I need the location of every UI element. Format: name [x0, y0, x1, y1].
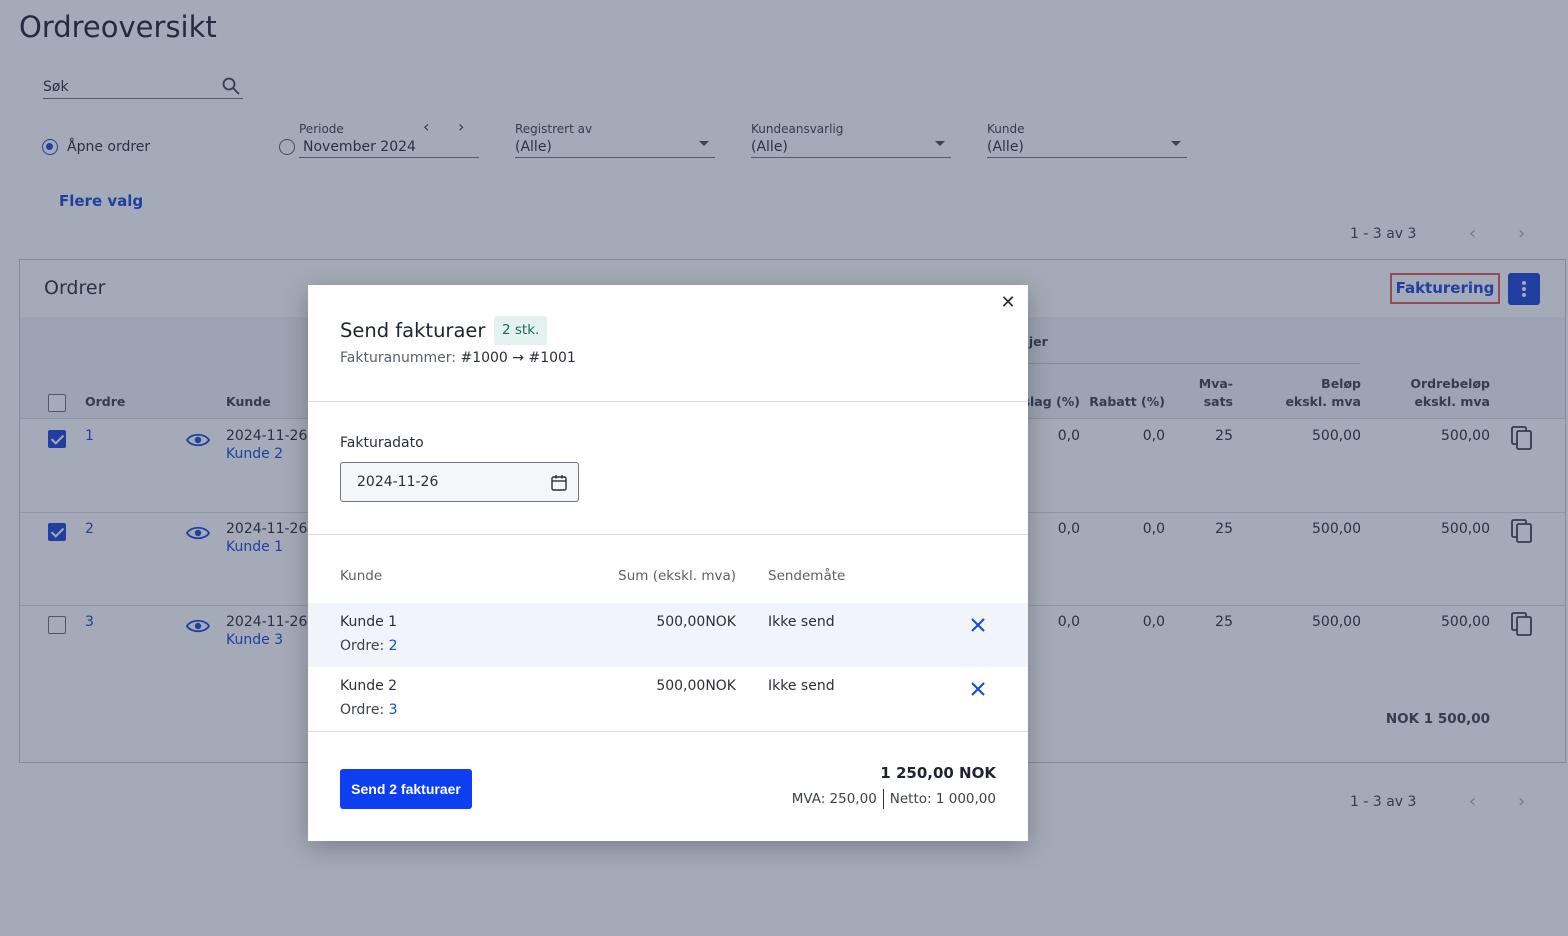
invoice-order-info: Ordre: 3: [340, 702, 398, 718]
invoice-date-label: Fakturadato: [340, 435, 424, 451]
order-label: Ordre:: [340, 702, 385, 718]
invoice-summary: MVA: 250,00 Netto: 1 000,00: [792, 789, 996, 809]
summary-separator: [882, 789, 884, 809]
count-badge: 2 stk.: [494, 316, 548, 345]
send-invoices-dialog: ✕ Send fakturaer 2 stk. Fakturanummer: #…: [308, 285, 1028, 841]
invoice-date-value: 2024-11-26: [357, 474, 439, 490]
vat-amount: MVA: 250,00: [791, 791, 877, 807]
invoice-date-input[interactable]: 2024-11-26: [340, 462, 579, 502]
close-icon[interactable]: [970, 681, 986, 697]
order-number-link[interactable]: 2: [389, 638, 398, 654]
order-number-link[interactable]: 3: [389, 702, 398, 718]
invoice-sum: 500,00NOK: [656, 678, 736, 694]
order-label: Ordre:: [340, 638, 385, 654]
invoice-order-info: Ordre: 2: [340, 638, 398, 654]
invoice-row: Kunde 2 Ordre: 3 500,00NOK Ikke send: [308, 667, 1028, 731]
invoice-customer: Kunde 2: [340, 678, 398, 694]
invoice-send-method[interactable]: Ikke send: [768, 678, 835, 694]
divider: [308, 731, 1028, 732]
column-header-sum: Sum (ekskl. mva): [618, 568, 736, 584]
column-header-customer: Kunde: [340, 568, 383, 584]
invoice-number-range: #1000 → #1001: [460, 350, 576, 366]
invoice-number-label: Fakturanummer:: [340, 350, 457, 366]
invoice-send-method[interactable]: Ikke send: [768, 614, 835, 630]
divider: [308, 401, 1028, 402]
invoice-customer: Kunde 1: [340, 614, 398, 630]
invoice-sum: 500,00NOK: [656, 614, 736, 630]
invoice-row: Kunde 1 Ordre: 2 500,00NOK Ikke send: [308, 603, 1028, 667]
invoice-number-info: Fakturanummer: #1000 → #1001: [340, 350, 576, 366]
calendar-icon[interactable]: [551, 474, 567, 491]
net-amount: Netto: 1 000,00: [889, 791, 996, 807]
send-invoices-button[interactable]: Send 2 fakturaer: [340, 769, 472, 809]
dialog-title: Send fakturaer: [340, 319, 486, 342]
close-icon[interactable]: ✕: [1000, 294, 1016, 312]
invoice-total: 1 250,00 NOK: [880, 764, 996, 782]
divider: [308, 534, 1028, 535]
close-icon[interactable]: [970, 617, 986, 633]
column-header-send-method: Sendemåte: [768, 568, 846, 584]
